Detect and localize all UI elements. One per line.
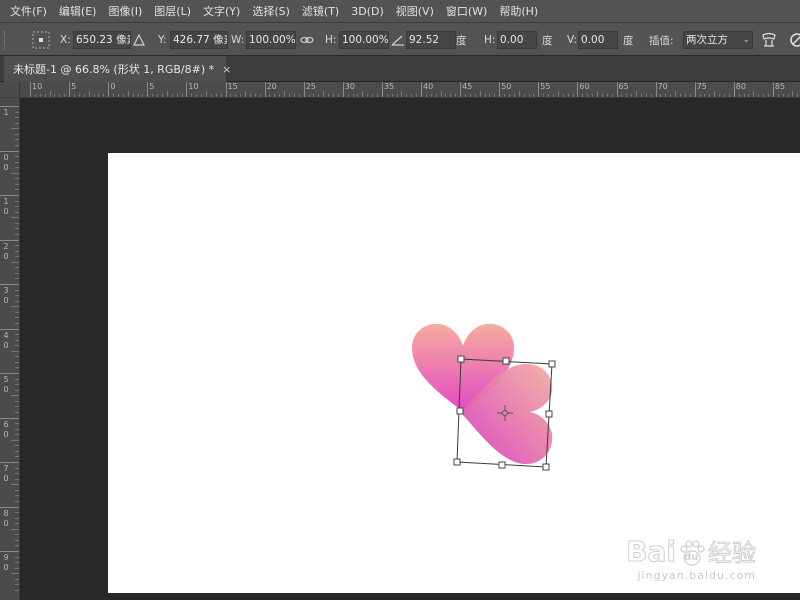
transform-handle-top <box>502 357 510 365</box>
watermark-url: jingyan.baidu.com <box>637 569 756 582</box>
watermark-brand-cn: 经验 <box>708 539 757 568</box>
watermark-brand-latin-1: Bai <box>626 535 677 569</box>
transform-handle-bottom <box>498 461 506 469</box>
transform-handle-bottom-right <box>542 463 550 471</box>
transform-handle-right <box>545 410 553 418</box>
transform-handle-top-left <box>457 355 465 363</box>
transform-handle-top-right <box>548 360 556 368</box>
artwork-layer <box>412 323 556 471</box>
transform-handle-bottom-left <box>453 458 461 466</box>
paw-icon: du <box>677 538 707 568</box>
watermark-brand-latin-2: du <box>684 552 699 563</box>
baidu-watermark: Bai du 经验 jingyan.baidu.com <box>626 533 757 583</box>
transform-handle-left <box>456 407 464 415</box>
